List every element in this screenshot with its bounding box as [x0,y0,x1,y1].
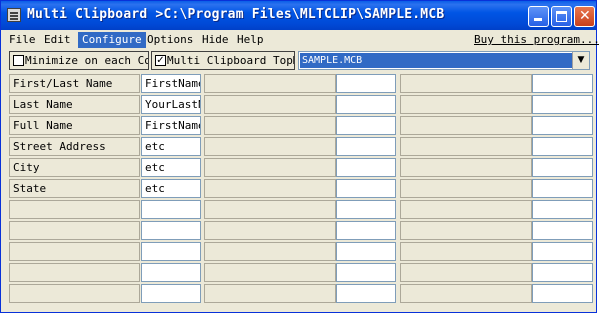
clip-label-field[interactable]: State [9,179,140,198]
clip-label-field[interactable] [204,95,336,114]
clip-label-field[interactable]: City [9,158,140,177]
close-button[interactable]: ✕ [574,6,595,27]
clip-label-field[interactable] [400,74,532,93]
clip-value-field[interactable] [141,221,201,240]
menu-buy[interactable]: Buy this program... [470,32,599,48]
dropdown-arrow-icon[interactable]: ▼ [572,52,589,69]
clip-label-field[interactable]: First/Last Name [9,74,140,93]
clip-value-field[interactable]: FirstName [141,74,201,93]
maximize-button[interactable] [551,6,572,27]
clip-value-field[interactable]: etc [141,179,201,198]
clip-label-field[interactable] [9,242,140,261]
minimize-on-copy-checkbox[interactable]: Minimize on each Copy [9,51,149,70]
toolbar: Minimize on each Copy ✓ Multi Clipboard … [1,49,596,73]
menu-file[interactable]: File [5,32,40,48]
clip-value-field[interactable]: etc [141,137,201,156]
clip-value-field[interactable] [141,263,201,282]
topmost-checkbox-label: Multi Clipboard TopMost [167,54,294,67]
clip-label-field[interactable]: Full Name [9,116,140,135]
topmost-checkbox-box[interactable]: ✓ [155,55,166,66]
clip-label-field[interactable] [204,221,336,240]
clip-label-field[interactable] [204,158,336,177]
menu-hide[interactable]: Hide [198,32,233,48]
clip-value-field[interactable] [336,137,396,156]
clip-label-field[interactable] [204,179,336,198]
clip-label-field[interactable] [400,179,532,198]
clip-value-field[interactable] [336,242,396,261]
clip-value-field[interactable] [336,284,396,303]
clip-value-field[interactable] [532,116,593,135]
clip-label-field[interactable] [204,116,336,135]
menu-configure[interactable]: Configure [78,32,146,48]
menu-bar: File Edit Configure Options Hide Help Bu… [1,30,599,49]
minimize-icon [534,18,542,21]
clip-value-field[interactable] [532,74,593,93]
maximize-icon [556,11,567,22]
clip-label-field[interactable] [400,116,532,135]
minimize-checkbox-box[interactable] [13,55,24,66]
clip-label-field[interactable] [9,284,140,303]
app-icon[interactable] [7,8,21,22]
minimize-checkbox-label: Minimize on each Copy [25,54,148,67]
clip-label-field[interactable] [204,242,336,261]
clip-label-field[interactable] [400,284,532,303]
clip-value-field[interactable] [532,263,593,282]
clip-label-field[interactable] [9,221,140,240]
clip-value-field[interactable]: YourLastName [141,95,201,114]
clip-value-field[interactable] [532,95,593,114]
clip-value-field[interactable] [336,200,396,219]
clip-label-field[interactable] [400,95,532,114]
menu-help[interactable]: Help [233,32,268,48]
clip-label-field[interactable] [400,137,532,156]
clip-value-field[interactable] [532,242,593,261]
menu-options[interactable]: Options [143,32,197,48]
clip-label-field[interactable] [204,200,336,219]
clip-label-field[interactable] [204,263,336,282]
clip-value-field[interactable] [141,284,201,303]
clip-value-field[interactable] [336,95,396,114]
clip-label-field[interactable]: Last Name [9,95,140,114]
clip-label-field[interactable] [204,74,336,93]
clip-value-field[interactable] [336,221,396,240]
clip-value-field[interactable] [336,263,396,282]
clip-value-field[interactable] [532,284,593,303]
clip-value-field[interactable] [532,137,593,156]
clip-value-field[interactable] [336,158,396,177]
clip-label-field[interactable] [400,158,532,177]
minimize-button[interactable] [528,6,549,27]
clip-value-field[interactable]: etc [141,158,201,177]
clip-label-field[interactable] [400,263,532,282]
close-icon: ✕ [579,8,591,24]
window-title: Multi Clipboard >C:\Program Files\MLTCLI… [27,7,445,22]
clip-label-field[interactable]: Street Address [9,137,140,156]
menu-edit[interactable]: Edit [40,32,75,48]
clip-value-field[interactable] [141,200,201,219]
topmost-checkbox[interactable]: ✓ Multi Clipboard TopMost [151,51,295,70]
clip-value-field[interactable] [532,179,593,198]
clip-label-field[interactable] [400,221,532,240]
clip-value-field[interactable] [532,221,593,240]
app-window: Multi Clipboard >C:\Program Files\MLTCLI… [0,0,599,313]
clipboard-grid: First/Last Name FirstName Last Name YourLas… [9,74,593,310]
clip-label-field[interactable] [400,242,532,261]
clip-value-field[interactable] [532,200,593,219]
clip-value-field[interactable] [532,158,593,177]
clip-value-field[interactable] [336,74,396,93]
clip-label-field[interactable] [9,200,140,219]
clip-label-field[interactable] [204,284,336,303]
clip-label-field[interactable] [400,200,532,219]
clip-label-field[interactable] [204,137,336,156]
title-bar[interactable]: Multi Clipboard >C:\Program Files\MLTCLI… [1,1,596,30]
clip-value-field[interactable] [336,179,396,198]
clip-value-field[interactable] [336,116,396,135]
clip-label-field[interactable] [9,263,140,282]
clip-value-field[interactable] [141,242,201,261]
file-select[interactable]: SAMPLE.MCB ▼ [298,51,590,70]
file-select-value: SAMPLE.MCB [300,53,574,68]
clip-value-field[interactable]: FirstName [141,116,201,135]
